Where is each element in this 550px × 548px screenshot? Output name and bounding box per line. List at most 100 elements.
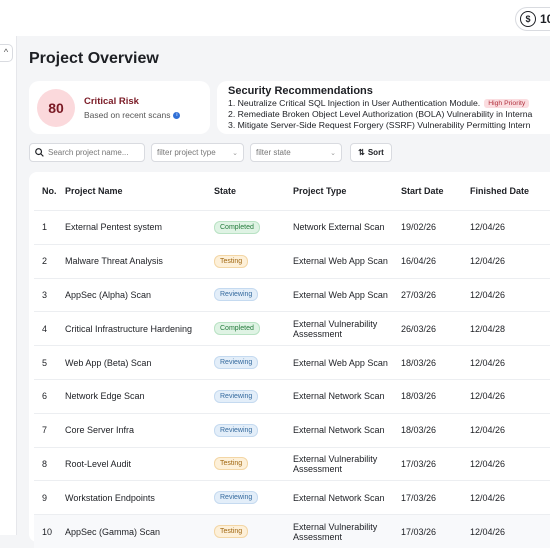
- credits-button[interactable]: $ 10: [515, 7, 550, 31]
- start-date: 19/02/26: [401, 210, 470, 245]
- column-header-finished[interactable]: Finished Date: [470, 172, 550, 211]
- status-badge: Reviewing: [214, 389, 259, 403]
- state-cell: Reviewing: [214, 480, 293, 515]
- project-name: Workstation Endpoints: [65, 480, 214, 515]
- project-type: Network External Scan: [293, 210, 401, 245]
- column-header-name[interactable]: Project Name: [65, 172, 214, 211]
- project-type: External Network Scan: [293, 412, 401, 448]
- risk-level: Critical Risk: [84, 96, 139, 107]
- status-badge: Completed: [214, 322, 260, 336]
- row-number: 3: [34, 277, 65, 312]
- priority-badge: High Priority: [484, 99, 530, 108]
- column-header-state[interactable]: State: [214, 172, 293, 211]
- state-placeholder: filter state: [256, 148, 291, 157]
- table-row[interactable]: 3 AppSec (Alpha) Scan Reviewing External We…: [34, 277, 550, 312]
- chevron-down-icon: ⌄: [232, 149, 238, 157]
- recommendation-text: 3. Mitigate Server-Side Request Forgery …: [228, 120, 531, 130]
- project-type: External Web App Scan: [293, 345, 401, 380]
- project-name: Root-Level Audit: [65, 446, 214, 481]
- state-cell: Reviewing: [214, 277, 293, 312]
- row-number: 5: [34, 345, 65, 380]
- finished-date: 12/04/26: [470, 514, 550, 548]
- status-badge: Reviewing: [214, 288, 259, 302]
- table-row[interactable]: 5 Web App (Beta) Scan Reviewing External We…: [34, 345, 550, 380]
- chevron-down-icon: ⌄: [330, 149, 336, 157]
- sidebar: [0, 36, 17, 535]
- state-cell: Reviewing: [214, 345, 293, 380]
- status-badge: Reviewing: [214, 491, 259, 505]
- start-date: 18/03/26: [401, 412, 470, 448]
- state-cell: Testing: [214, 514, 293, 548]
- table-row[interactable]: 2 Malware Threat Analysis Testing External …: [34, 243, 550, 279]
- credits-count: 10: [540, 12, 550, 26]
- table-row[interactable]: 7 Core Server Infra Reviewing External Netw…: [34, 412, 550, 448]
- state-cell: Testing: [214, 243, 293, 279]
- sort-button[interactable]: ⇅ Sort: [350, 143, 392, 162]
- table-row[interactable]: 8 Root-Level Audit Testing External Vulnera…: [34, 446, 550, 481]
- project-name: External Pentest system: [65, 210, 214, 245]
- project-name: Core Server Infra: [65, 412, 214, 448]
- project-name: Malware Threat Analysis: [65, 243, 214, 279]
- page-title: Project Overview: [29, 50, 159, 67]
- status-badge: Reviewing: [214, 356, 259, 370]
- risk-subtitle: Based on recent scans i: [84, 110, 181, 120]
- state-cell: Reviewing: [214, 378, 293, 414]
- project-name: Critical Infrastructure Hardening: [65, 311, 214, 346]
- sidebar-collapse-button[interactable]: ^: [0, 44, 13, 62]
- state-filter[interactable]: filter state ⌄: [250, 143, 342, 162]
- table-row[interactable]: 9 Workstation Endpoints Reviewing External …: [34, 480, 550, 515]
- table-row[interactable]: 10 AppSec (Gamma) Scan Testing External Vul…: [34, 514, 550, 548]
- recommendation-item[interactable]: 2. Remediate Broken Object Level Authori…: [228, 109, 532, 120]
- search-icon: [35, 148, 44, 157]
- row-number: 4: [34, 311, 65, 346]
- search-placeholder: Search project name...: [48, 148, 129, 157]
- finished-date: 12/04/26: [470, 378, 550, 414]
- start-date: 26/03/26: [401, 311, 470, 346]
- project-type: External Vulnerability Assessment: [293, 311, 401, 346]
- project-type: External Web App Scan: [293, 243, 401, 279]
- projects-table: No. Project Name State Project Type Star…: [34, 172, 550, 548]
- start-date: 16/04/26: [401, 243, 470, 279]
- row-number: 1: [34, 210, 65, 245]
- row-number: 10: [34, 514, 65, 548]
- finished-date: 12/04/26: [470, 345, 550, 380]
- table-header-row: No. Project Name State Project Type Star…: [34, 172, 550, 211]
- row-number: 6: [34, 378, 65, 414]
- finished-date: 12/04/26: [470, 480, 550, 515]
- recommendation-item[interactable]: 1. Neutralize Critical SQL Injection in …: [228, 98, 532, 109]
- column-header-type[interactable]: Project Type: [293, 172, 401, 211]
- finished-date: 12/04/26: [470, 243, 550, 279]
- project-type: External Vulnerability Assessment: [293, 514, 401, 548]
- project-name: Network Edge Scan: [65, 378, 214, 414]
- project-name: AppSec (Gamma) Scan: [65, 514, 214, 548]
- recommendations-list: 1. Neutralize Critical SQL Injection in …: [228, 98, 532, 131]
- project-type-placeholder: filter project type: [157, 148, 216, 157]
- top-bar: $ 10: [0, 0, 550, 36]
- state-cell: Completed: [214, 210, 293, 245]
- column-header-start[interactable]: Start Date: [401, 172, 470, 211]
- table-row[interactable]: 4 Critical Infrastructure Hardening Comple…: [34, 311, 550, 346]
- status-badge: Testing: [214, 525, 249, 539]
- recommendation-item[interactable]: 3. Mitigate Server-Side Request Forgery …: [228, 120, 532, 131]
- project-type-filter[interactable]: filter project type ⌄: [151, 143, 244, 162]
- status-badge: Testing: [214, 254, 249, 268]
- table-row[interactable]: 1 External Pentest system Completed Network…: [34, 210, 550, 245]
- finished-date: 12/04/26: [470, 446, 550, 481]
- status-badge: Reviewing: [214, 423, 259, 437]
- finished-date: 12/04/28: [470, 311, 550, 346]
- table-row[interactable]: 6 Network Edge Scan Reviewing External Netw…: [34, 378, 550, 414]
- start-date: 27/03/26: [401, 277, 470, 312]
- status-badge: Completed: [214, 220, 260, 234]
- project-name: AppSec (Alpha) Scan: [65, 277, 214, 312]
- row-number: 9: [34, 480, 65, 515]
- finished-date: 12/04/26: [470, 412, 550, 448]
- info-icon[interactable]: i: [173, 111, 181, 119]
- start-date: 17/03/26: [401, 480, 470, 515]
- row-number: 2: [34, 243, 65, 279]
- search-input[interactable]: Search project name...: [29, 143, 145, 162]
- project-type: External Network Scan: [293, 480, 401, 515]
- sort-icon: ⇅: [358, 148, 365, 157]
- recommendation-text: 2. Remediate Broken Object Level Authori…: [228, 109, 533, 119]
- column-header-no[interactable]: No.: [34, 172, 65, 211]
- state-cell: Completed: [214, 311, 293, 346]
